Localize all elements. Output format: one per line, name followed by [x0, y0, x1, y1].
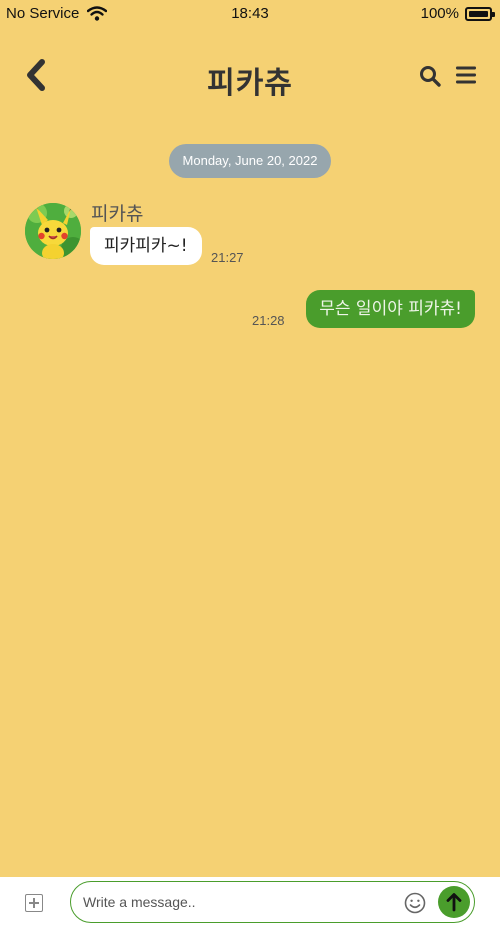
- hamburger-menu-icon[interactable]: [455, 65, 477, 85]
- date-separator: Monday, June 20, 2022: [169, 144, 331, 178]
- incoming-message-time: 21:27: [211, 250, 244, 265]
- incoming-message-bubble[interactable]: 피카피카~!: [90, 227, 202, 265]
- outgoing-message-bubble[interactable]: 무슨 일이야 피카츄!: [306, 290, 475, 328]
- pikachu-avatar-image: [25, 203, 81, 259]
- battery-percent: 100%: [420, 5, 459, 22]
- status-right: 100%: [420, 5, 495, 22]
- outgoing-message-time: 21:28: [252, 313, 285, 328]
- add-attachment-icon[interactable]: [25, 894, 43, 912]
- emoji-icon[interactable]: [404, 892, 426, 914]
- sender-name: 피카츄: [91, 203, 144, 225]
- send-arrow-icon: [446, 893, 462, 912]
- status-bar: No Service 18:43 100%: [0, 0, 500, 30]
- search-icon[interactable]: [418, 64, 442, 88]
- avatar[interactable]: [25, 203, 81, 259]
- message-composer: [0, 877, 500, 928]
- send-button[interactable]: [438, 886, 470, 918]
- chat-header: 피카츄: [0, 50, 500, 101]
- battery-icon: [465, 6, 495, 21]
